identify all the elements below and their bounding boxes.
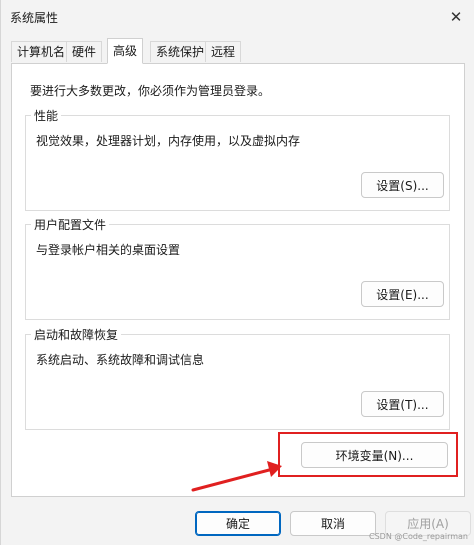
tab-advanced[interactable]: 高级: [107, 38, 144, 64]
watermark: CSDN @Code_repairman: [369, 532, 468, 541]
system-properties-window: 系统属性 ✕ 计算机名 硬件 高级 系统保护 远程 要进行大多数更改，你必须作为…: [0, 0, 474, 545]
annotation-arrow-icon: [191, 461, 282, 492]
